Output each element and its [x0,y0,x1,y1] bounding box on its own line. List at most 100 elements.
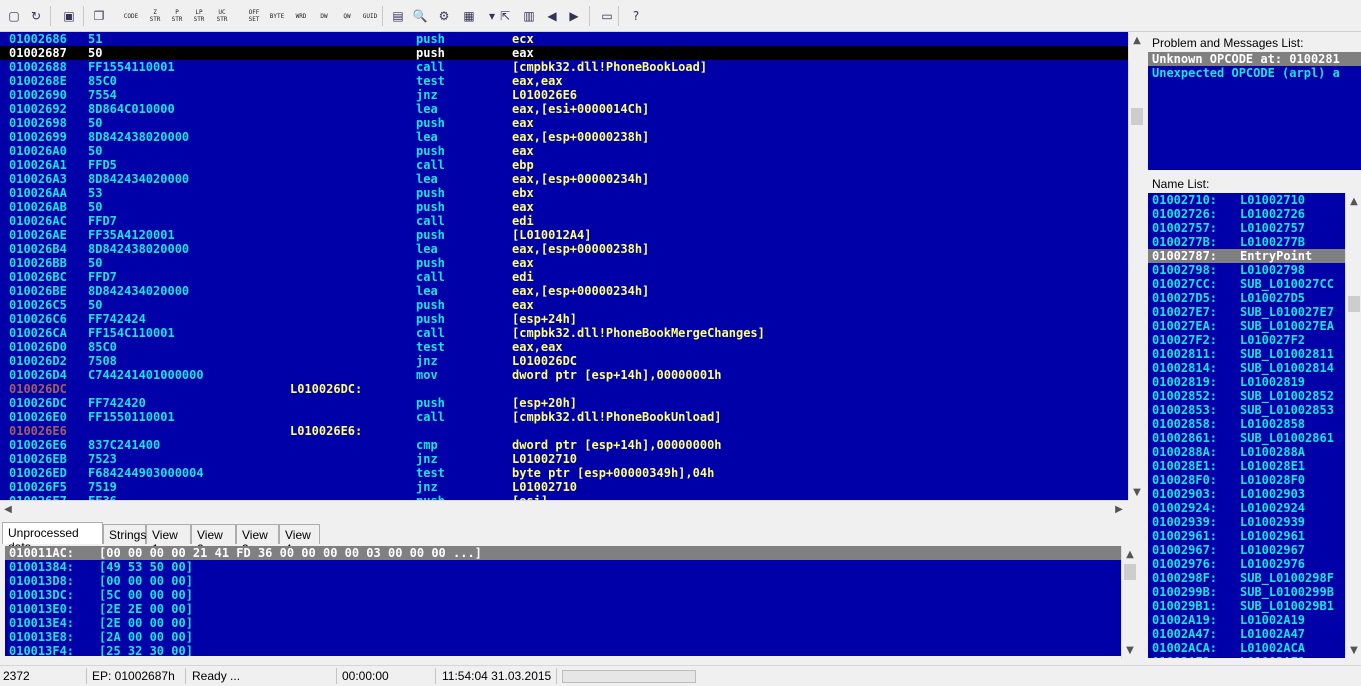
disassembly-view[interactable]: 01002686 51 push ecx 01002687 50 push eax 010026… [0,32,1128,500]
disasm-row[interactable]: 010026BC FFD7 call edi [0,270,1128,284]
name-list-item[interactable]: 010027CC: SUB_L010027CC [1148,277,1345,291]
disasm-row[interactable]: 010026ED F684244903000004 test byte ptr [es… [0,466,1128,480]
save-icon[interactable]: ▣ [60,7,78,25]
disasm-row[interactable]: 010026E6 837C241400 cmp dword ptr [esp+14h]… [0,438,1128,452]
tab-view-4[interactable]: View 4 [279,524,320,556]
disasm-row[interactable]: 010026AE FF35A4120001 push [L010012A4] [0,228,1128,242]
data-row[interactable]: 010013E4: [2E 00 00 00] [5,616,1121,630]
guid-button[interactable]: GUID [359,7,381,25]
disassembly-vertical-scrollbar[interactable]: ▲ ▼ [1128,32,1144,500]
name-list-item[interactable]: 01002861: SUB_L01002861 [1148,431,1345,445]
data-row[interactable]: 010013E0: [2E 2E 00 00] [5,602,1121,616]
disasm-row[interactable]: 010026A0 50 push eax [0,144,1128,158]
lpstr-button[interactable]: LP STR [188,7,210,25]
name-list-item[interactable]: 010027EA: SUB_L010027EA [1148,319,1345,333]
qword-button[interactable]: QW [336,7,358,25]
scroll-down-arrow-icon[interactable]: ▼ [1129,484,1145,500]
scroll-right-arrow-icon[interactable]: ▶ [1111,501,1127,517]
data-row[interactable]: 010013F4: [25 32 30 00] [5,644,1121,656]
name-list-item[interactable]: 01002903: L01002903 [1148,487,1345,501]
name-list-item[interactable]: 01002A19: L01002A19 [1148,613,1345,627]
name-list-item[interactable]: 01002726: L01002726 [1148,207,1345,221]
name-list-item[interactable]: 01002A47: L01002A47 [1148,627,1345,641]
disassembly-horizontal-scrollbar[interactable]: ◀ ▶ [0,500,1128,517]
pstr-button[interactable]: P STR [166,7,188,25]
copy-icon[interactable]: ❐ [90,7,108,25]
disasm-row[interactable]: 010026AA 53 push ebx [0,186,1128,200]
name-list-item[interactable]: 01002798: L01002798 [1148,263,1345,277]
search-icon[interactable]: 🔍 [411,7,429,25]
name-list-item[interactable]: 0100288A: L0100288A [1148,445,1345,459]
name-list-item[interactable]: 01002819: L01002819 [1148,375,1345,389]
forward-icon[interactable]: ▶ [565,7,583,25]
disasm-row[interactable]: 010026F5 7519 jnz L01002710 [0,480,1128,494]
new-icon[interactable]: ▢ [5,7,23,25]
unprocessed-data-view[interactable]: 010011AC: [00 00 00 00 21 41 FD 36 00 00 … [5,546,1121,656]
tab-view-1[interactable]: View 1 [146,524,191,556]
name-list-item[interactable]: 01002961: L01002961 [1148,529,1345,543]
help-icon[interactable]: ? [627,7,645,25]
tab-unprocessed-data[interactable]: Unprocessed data [2,522,103,554]
disasm-row[interactable]: 010026AB 50 push eax [0,200,1128,214]
scroll-left-arrow-icon[interactable]: ◀ [0,501,16,517]
offset-button[interactable]: OFF SET [243,7,265,25]
disasm-row[interactable]: 0100268E 85C0 test eax,eax [0,74,1128,88]
name-list-item[interactable]: 01002ACA: L01002ACA [1148,641,1345,655]
disasm-row[interactable]: 010026A3 8D842434020000 lea eax,[esp+000002… [0,172,1128,186]
rawdata-vertical-scrollbar[interactable]: ▲ ▼ [1121,546,1138,658]
name-list-item[interactable]: 01002811: SUB_L01002811 [1148,347,1345,361]
byte-button[interactable]: BYTE [266,7,288,25]
name-list-item[interactable]: 01002787: EntryPoint [1148,249,1345,263]
refresh-icon[interactable]: ↻ [27,7,45,25]
scroll-up-arrow-icon[interactable]: ▲ [1122,546,1138,562]
scroll-up-arrow-icon[interactable]: ▲ [1129,32,1145,48]
tab-strings[interactable]: Strings [103,524,146,544]
disasm-row[interactable]: 010026B4 8D842438020000 lea eax,[esp+000002… [0,242,1128,256]
name-list-item[interactable]: 01002924: L01002924 [1148,501,1345,515]
name-list-item[interactable]: 010027F2: L010027F2 [1148,333,1345,347]
data-row[interactable]: 010013DC: [5C 00 00 00] [5,588,1121,602]
disasm-row[interactable]: 010026EB 7523 jnz L01002710 [0,452,1128,466]
message-item[interactable]: Unknown OPCODE at: 0100281 [1148,52,1361,66]
name-list-item[interactable]: 01002852: SUB_L01002852 [1148,389,1345,403]
name-list-item[interactable]: 01002AF9: L01002AF9 [1148,655,1345,658]
disasm-row[interactable]: 01002690 7554 jnz L010026E6 [0,88,1128,102]
disasm-row[interactable]: 010026DC FF742420 push [esp+20h] [0,396,1128,410]
name-list-item[interactable]: 010028F0: L010028F0 [1148,473,1345,487]
disasm-row[interactable]: 010026DC L010026DC: [0,382,1128,396]
disasm-row[interactable]: 01002687 50 push eax [0,46,1128,60]
scroll-thumb[interactable] [1124,564,1136,580]
word-button[interactable]: WRD [290,7,312,25]
goto-icon[interactable]: ⇱ [496,7,514,25]
disasm-row[interactable]: 010026D2 7508 jnz L010026DC [0,354,1128,368]
scroll-down-arrow-icon[interactable]: ▼ [1122,642,1138,658]
disasm-row[interactable]: 01002686 51 push ecx [0,32,1128,46]
disasm-row[interactable]: 010026E6 L010026E6: [0,424,1128,438]
name-list-item[interactable]: 01002853: SUB_L01002853 [1148,403,1345,417]
name-list-item[interactable]: 01002757: L01002757 [1148,221,1345,235]
name-list-item[interactable]: 0100298F: SUB_L0100298F [1148,571,1345,585]
disasm-row[interactable]: 010026D0 85C0 test eax,eax [0,340,1128,354]
disasm-row[interactable]: 010026C5 50 push eax [0,298,1128,312]
disasm-row[interactable]: 01002699 8D842438020000 lea eax,[esp+000002… [0,130,1128,144]
tab-view-3[interactable]: View 3 [236,524,279,556]
name-list-item[interactable]: 010028E1: L010028E1 [1148,459,1345,473]
disasm-row[interactable]: 010026CA FF154C110001 call [cmpbk32.dll!Pho… [0,326,1128,340]
zstr-button[interactable]: Z STR [144,7,166,25]
name-list-item[interactable]: 01002858: L01002858 [1148,417,1345,431]
disasm-row[interactable]: 010026A1 FFD5 call ebp [0,158,1128,172]
ucstr-button[interactable]: UC STR [211,7,233,25]
name-list[interactable]: 01002710: L01002710 01002726: L01002726 0100… [1148,193,1345,658]
disasm-row[interactable]: 010026E0 FF1550110001 call [cmpbk32.dll!Pho… [0,410,1128,424]
name-list-item[interactable]: 010027D5: L010027D5 [1148,291,1345,305]
references-icon[interactable]: ⚙ [435,7,453,25]
problem-messages-list[interactable]: Unknown OPCODE at: 0100281 Unexpected OPC… [1148,52,1361,170]
disasm-row[interactable]: 01002692 8D864C010000 lea eax,[esi+0000014C… [0,102,1128,116]
message-item[interactable]: Unexpected OPCODE (arpl) a [1148,66,1361,80]
name-list-item[interactable]: 0100299B: SUB_L0100299B [1148,585,1345,599]
data-row[interactable]: 010011AC: [00 00 00 00 21 41 FD 36 00 00 … [5,546,1121,560]
disasm-row[interactable]: 010026AC FFD7 call edi [0,214,1128,228]
dword-button[interactable]: DW [313,7,335,25]
export-icon[interactable]: ▦ [460,7,478,25]
scroll-up-arrow-icon[interactable]: ▲ [1346,193,1361,209]
